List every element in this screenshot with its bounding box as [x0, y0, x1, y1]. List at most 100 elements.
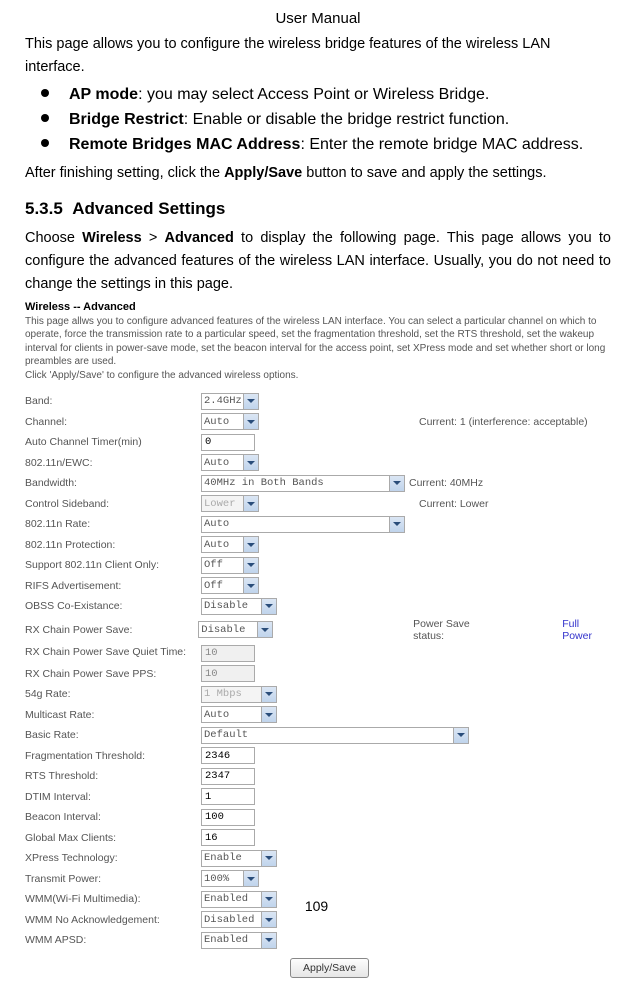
select-obss[interactable]: Disable — [201, 598, 277, 615]
label-s4g: 54g Rate: — [25, 688, 201, 700]
select-value: Auto — [204, 539, 229, 551]
select-value: Auto — [204, 457, 229, 469]
select-ewc[interactable]: Auto — [201, 454, 259, 471]
select-value: Auto — [204, 709, 229, 721]
section-pre: Choose — [25, 230, 82, 246]
label-frag: Fragmentation Threshold: — [25, 750, 201, 762]
label-basic: Basic Rate: — [25, 729, 201, 741]
select-multicast[interactable]: Auto — [201, 706, 277, 723]
page-number: 109 — [0, 898, 633, 914]
page-header: User Manual — [25, 10, 611, 27]
row-ewc: 802.11n/EWC: Auto — [25, 454, 611, 472]
select-rifs[interactable]: Off — [201, 577, 259, 594]
input-maxclients[interactable]: 16 — [201, 829, 255, 846]
bullet-label: Remote Bridges MAC Address — [69, 136, 300, 153]
select-channel[interactable]: Auto — [201, 413, 259, 430]
label-txpower: Transmit Power: — [25, 873, 201, 885]
power-save-value: Full Power — [562, 618, 611, 642]
ss-desc2-text: Click 'Apply/Save' to configure the adva… — [25, 370, 298, 381]
label-rifs: RIFS Advertisement: — [25, 580, 201, 592]
row-protection: 802.11n Protection: Auto — [25, 536, 611, 554]
select-client-only[interactable]: Off — [201, 557, 259, 574]
row-rx-chain: RX Chain Power Save: Disable Power Save … — [25, 618, 611, 642]
select-xpress[interactable]: Enable — [201, 850, 277, 867]
select-value: Disable — [201, 624, 245, 636]
row-rx-pps: RX Chain Power Save PPS: 10 — [25, 665, 611, 683]
row-client-only: Support 802.11n Client Only: Off — [25, 556, 611, 574]
select-value: 1 Mbps — [204, 688, 242, 700]
input-rx-quiet[interactable]: 10 — [201, 645, 255, 662]
row-frag: Fragmentation Threshold: 2346 — [25, 747, 611, 765]
bandwidth-current: Current: 40MHz — [409, 477, 483, 489]
bullet-text: : Enter the remote bridge MAC address. — [300, 136, 583, 153]
chevron-down-icon — [261, 851, 276, 866]
row-band: Band: 2.4GHz — [25, 392, 611, 410]
row-auto-timer: Auto Channel Timer(min) 0 — [25, 433, 611, 451]
sideband-current: Current: Lower — [419, 498, 488, 510]
row-rifs: RIFS Advertisement: Off — [25, 577, 611, 595]
select-value: Off — [204, 559, 223, 571]
chevron-down-icon — [243, 578, 258, 593]
select-band[interactable]: 2.4GHz — [201, 393, 259, 410]
input-auto-timer[interactable]: 0 — [201, 434, 255, 451]
intro-text: This page allows you to configure the wi… — [25, 33, 611, 79]
apply-save-button[interactable]: Apply/Save — [290, 958, 369, 978]
select-value: 100% — [204, 873, 229, 885]
select-value: Enabled — [204, 934, 248, 946]
select-value: Auto — [204, 518, 229, 530]
bullet-ap-mode: AP mode: you may select Access Point or … — [39, 83, 611, 108]
chevron-down-icon — [261, 912, 276, 927]
label-client-only: Support 802.11n Client Only: — [25, 559, 201, 571]
select-basic[interactable]: Default — [201, 727, 469, 744]
row-bandwidth: Bandwidth: 40MHz in Both Bands Current: … — [25, 474, 611, 492]
bullet-label: Bridge Restrict — [69, 111, 184, 128]
row-rx-quiet: RX Chain Power Save Quiet Time: 10 — [25, 644, 611, 662]
select-sideband[interactable]: Lower — [201, 495, 259, 512]
label-wmm-apsd: WMM APSD: — [25, 934, 201, 946]
input-frag[interactable]: 2346 — [201, 747, 255, 764]
bullet-remote-bridges: Remote Bridges MAC Address: Enter the re… — [39, 133, 611, 158]
row-txpower: Transmit Power: 100% — [25, 870, 611, 888]
select-txpower[interactable]: 100% — [201, 870, 259, 887]
row-maxclients: Global Max Clients: 16 — [25, 829, 611, 847]
section-title: Advanced Settings — [72, 199, 225, 218]
select-s4g[interactable]: 1 Mbps — [201, 686, 277, 703]
row-basic: Basic Rate: Default — [25, 726, 611, 744]
input-dtim[interactable]: 1 — [201, 788, 255, 805]
ss-title: Wireless -- Advanced — [25, 301, 611, 313]
input-rx-pps[interactable]: 10 — [201, 665, 255, 682]
label-multicast: Multicast Rate: — [25, 709, 201, 721]
select-value: Disabled — [204, 914, 254, 926]
select-protection[interactable]: Auto — [201, 536, 259, 553]
row-obss: OBSS Co-Existance: Disable — [25, 597, 611, 615]
row-beacon: Beacon Interval: 100 — [25, 808, 611, 826]
chevron-down-icon — [243, 871, 258, 886]
select-bandwidth[interactable]: 40MHz in Both Bands — [201, 475, 405, 492]
row-dtim: DTIM Interval: 1 — [25, 788, 611, 806]
section-wireless: Wireless — [82, 230, 142, 246]
after-text: After finishing setting, click the Apply… — [25, 162, 611, 185]
select-11n-rate[interactable]: Auto — [201, 516, 405, 533]
select-value: Off — [204, 580, 223, 592]
select-wmm-apsd[interactable]: Enabled — [201, 932, 277, 949]
select-rx-chain[interactable]: Disable — [198, 621, 273, 638]
chevron-down-icon — [389, 476, 404, 491]
ss-form: Band: 2.4GHz Channel: Auto Current: 1 (i… — [25, 392, 611, 978]
label-protection: 802.11n Protection: — [25, 539, 201, 551]
select-value: Default — [204, 729, 248, 741]
input-rts[interactable]: 2347 — [201, 768, 255, 785]
label-rx-pps: RX Chain Power Save PPS: — [25, 668, 201, 680]
select-value: Auto — [204, 416, 229, 428]
label-wmm-noack: WMM No Acknowledgement: — [25, 914, 201, 926]
after-pre: After finishing setting, click the — [25, 165, 224, 181]
select-value: 2.4GHz — [204, 395, 242, 407]
select-value: Lower — [204, 498, 236, 510]
label-rx-quiet: RX Chain Power Save Quiet Time: — [25, 646, 201, 660]
chevron-down-icon — [261, 707, 276, 722]
chevron-down-icon — [257, 622, 272, 637]
select-value: 40MHz in Both Bands — [204, 477, 324, 489]
chevron-down-icon — [243, 414, 258, 429]
label-xpress: XPress Technology: — [25, 852, 201, 864]
row-xpress: XPress Technology: Enable — [25, 849, 611, 867]
input-beacon[interactable]: 100 — [201, 809, 255, 826]
